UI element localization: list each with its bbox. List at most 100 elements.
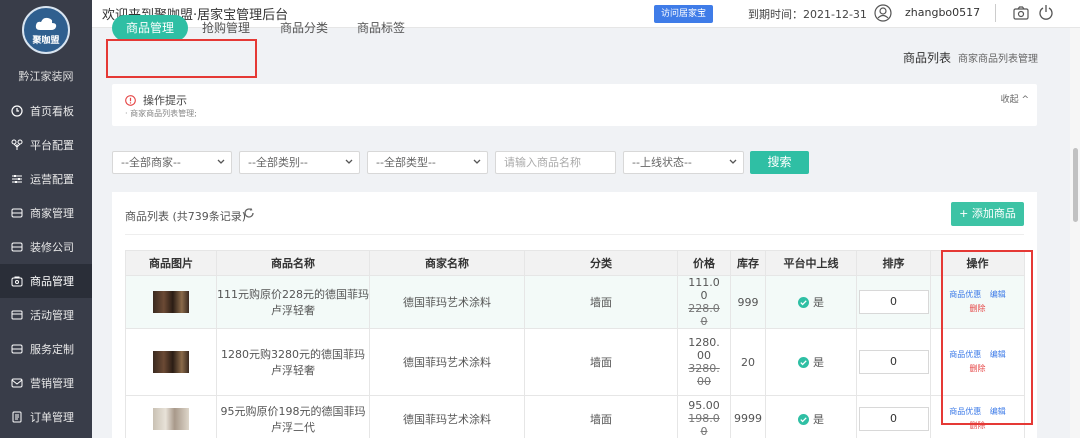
card-icon [10, 308, 24, 322]
highlight-box-tabs [106, 39, 257, 78]
breadcrumb-subtitle: 商家商品列表管理 [958, 54, 1038, 65]
product-image-cell [125, 328, 217, 396]
stock: 20 [730, 328, 766, 396]
breadcrumb-title: 商品列表 [903, 51, 952, 65]
expire-date: 到期时间：2021-12-31 [748, 8, 867, 21]
price-cell: 95.00 198.00 [677, 395, 731, 438]
product-image-cell [125, 395, 217, 438]
product-thumbnail[interactable] [153, 351, 189, 373]
category: 墙面 [524, 328, 678, 396]
column-header: 库存 [730, 250, 766, 276]
username[interactable]: zhangbo0517 [905, 6, 980, 19]
column-header: 价格 [677, 250, 731, 276]
column-header: 商品图片 [125, 250, 217, 276]
folder-icon [10, 206, 24, 220]
column-header: 商品名称 [216, 250, 370, 276]
online-status: 是 [813, 296, 824, 309]
sort-input[interactable]: 0 [858, 406, 929, 431]
chevron-down-icon [729, 159, 737, 164]
sort-cell: 0 [856, 275, 931, 329]
online-status-cell: 是 [765, 395, 857, 438]
power-icon[interactable] [1038, 4, 1054, 20]
sidebar-item-label: 平台配置 [30, 139, 74, 152]
sidebar-item-custom-service[interactable]: 服务定制 [0, 332, 92, 366]
online-status-cell: 是 [765, 328, 857, 396]
doc-icon [10, 410, 24, 424]
product-thumbnail[interactable] [153, 407, 189, 430]
sidebar-item-label: 商家管理 [30, 207, 74, 220]
sidebar-item-dashboard[interactable]: 首页看板 [0, 94, 92, 128]
sidebar-item-activities[interactable]: 活动管理 [0, 298, 92, 332]
sidebar-item-merchants[interactable]: 商家管理 [0, 196, 92, 230]
bag-icon [10, 274, 24, 288]
sidebar-item-label: 营销管理 [30, 377, 74, 390]
product-thumbnail[interactable] [153, 291, 189, 313]
tip-title: 操作提示 [143, 94, 187, 107]
sidebar-item-label: 服务定制 [30, 343, 74, 356]
table-row: 111元购原价228元的德国菲玛卢浮轻奢 德国菲玛艺术涂料 墙面 111.00 … [125, 275, 1025, 329]
tip-title-row: 操作提示 [125, 92, 187, 108]
sliders-icon [10, 172, 24, 186]
original-price: 228.00 [688, 302, 720, 328]
table-row: 95元购原价198元的德国菲玛卢浮二代 德国菲玛艺术涂料 墙面 95.00 19… [125, 395, 1025, 438]
type-select[interactable]: --全部类型-- [367, 151, 488, 174]
sidebar-item-ops-config[interactable]: 运营配置 [0, 162, 92, 196]
tab-flash-sale[interactable]: 抢购管理 [202, 15, 250, 41]
chevron-down-icon [473, 159, 481, 164]
sort-input[interactable]: 0 [858, 350, 929, 374]
sidebar-item-label: 商品管理 [30, 275, 74, 288]
merchant-select[interactable]: --全部商家-- [112, 151, 232, 174]
brand-area: 聚咖盟 黔江家装网 [0, 0, 92, 88]
price: 111.00 [688, 276, 720, 302]
sidebar-item-label: 首页看板 [30, 105, 74, 118]
stock: 999 [730, 275, 766, 329]
sidebar-item-platform-config[interactable]: 平台配置 [0, 128, 92, 162]
page-scrollbar[interactable] [1070, 28, 1080, 438]
tab-product-management[interactable]: 商品管理 [112, 15, 189, 41]
status-select-value: --上线状态-- [632, 156, 692, 169]
refresh-icon[interactable] [243, 207, 255, 219]
sidebar-item-label: 装修公司 [30, 241, 74, 254]
price: 1280.00 [688, 336, 720, 362]
nodes-icon [10, 138, 24, 152]
sort-input[interactable]: 0 [858, 290, 929, 314]
user-icon[interactable] [874, 4, 892, 22]
sort-cell: 0 [856, 395, 931, 438]
price-cell: 111.00 228.00 [677, 275, 731, 329]
product-name: 95元购原价198元的德国菲玛卢浮二代 [216, 395, 370, 438]
scrollbar-thumb[interactable] [1073, 148, 1078, 222]
sidebar-nav: 首页看板 平台配置 运营配置 商家管理 装修公司 商品管理 活动管理 服务定制 [0, 94, 92, 434]
price: 95.00 [688, 399, 720, 412]
chevron-down-icon [217, 159, 225, 164]
add-product-button[interactable]: + 添加商品 [951, 202, 1024, 226]
sidebar-item-marketing[interactable]: 营销管理 [0, 366, 92, 400]
product-table: 商品图片 商品名称 商家名称 分类 价格 库存 平台中上线 排序 操作 111元… [125, 250, 1025, 438]
camera-icon[interactable] [1013, 5, 1029, 21]
check-circle-icon [798, 357, 809, 368]
visit-site-button[interactable]: 访问居家宝 [654, 5, 714, 23]
sidebar-item-label: 订单管理 [30, 411, 74, 424]
tab-product-category[interactable]: 商品分类 [280, 15, 328, 41]
product-image-cell [125, 275, 217, 329]
check-circle-icon [798, 297, 809, 308]
online-status: 是 [813, 356, 824, 369]
sidebar: 聚咖盟 黔江家装网 首页看板 平台配置 运营配置 商家管理 装修公司 商品管理 [0, 0, 92, 438]
tab-product-tags[interactable]: 商品标签 [357, 15, 405, 41]
search-button[interactable]: 搜索 [750, 151, 809, 174]
category-select[interactable]: --全部类别-- [239, 151, 360, 174]
folder-icon [10, 342, 24, 356]
divider [995, 4, 996, 22]
online-status-cell: 是 [765, 275, 857, 329]
sidebar-item-products[interactable]: 商品管理 [0, 264, 92, 298]
status-select[interactable]: --上线状态-- [623, 151, 744, 174]
collapse-button[interactable]: 收起 ^ [1001, 92, 1029, 105]
merchant-name: 德国菲玛艺术涂料 [369, 275, 525, 329]
product-name-input[interactable]: 请输入商品名称 [495, 151, 616, 174]
cloud-icon [35, 17, 57, 30]
online-status: 是 [813, 412, 824, 426]
shop-name: 黔江家装网 [18, 70, 74, 83]
sidebar-item-decoration-company[interactable]: 装修公司 [0, 230, 92, 264]
column-header: 平台中上线 [765, 250, 857, 276]
category: 墙面 [524, 275, 678, 329]
sidebar-item-orders[interactable]: 订单管理 [0, 400, 92, 434]
